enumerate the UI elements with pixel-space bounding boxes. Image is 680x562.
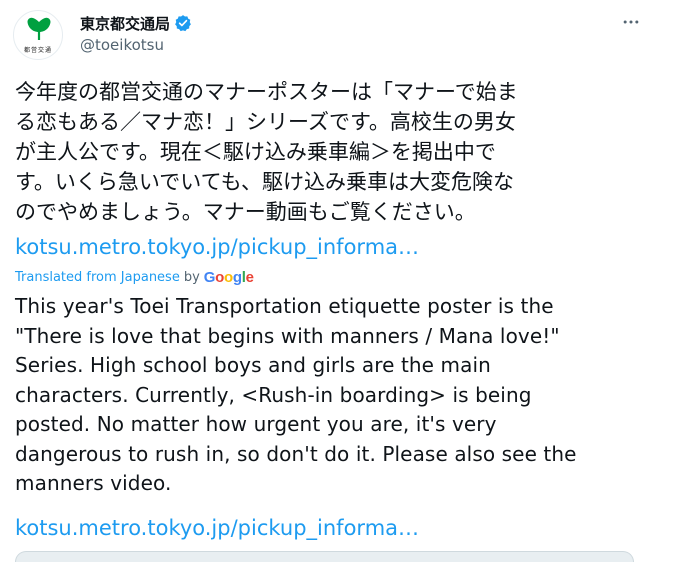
verified-badge-icon xyxy=(175,15,191,32)
name-row: 東京都交通局 xyxy=(80,13,192,33)
tweet-header: 都営交通 東京都交通局 @toeikotsu xyxy=(13,10,667,60)
tweet-link[interactable]: kotsu.metro.tokyo.jp/pickup_informa… xyxy=(15,232,419,262)
more-options-icon[interactable] xyxy=(621,12,641,32)
translation-by-label: by xyxy=(183,269,200,285)
avatar[interactable]: 都営交通 xyxy=(13,10,63,60)
google-logo: Google xyxy=(203,268,254,286)
translated-from-label[interactable]: Translated from Japanese xyxy=(15,270,180,285)
display-name[interactable]: 東京都交通局 xyxy=(80,13,170,34)
translated-text: This year's Toei Transportation etiquett… xyxy=(15,294,577,495)
translated-link[interactable]: kotsu.metro.tokyo.jp/pickup_informa… xyxy=(15,513,419,543)
ginkgo-leaf-logo xyxy=(27,17,51,40)
handle[interactable]: @toeikotsu xyxy=(80,36,164,54)
avatar-caption: 都営交通 xyxy=(23,47,52,54)
translation-attribution: Translated from Japanese by Google xyxy=(15,268,254,286)
tweet-text: 今年度の都営交通のマナーポスターは「マナーで始ま る恋もある／マナ恋！」シリーズ… xyxy=(15,80,518,224)
